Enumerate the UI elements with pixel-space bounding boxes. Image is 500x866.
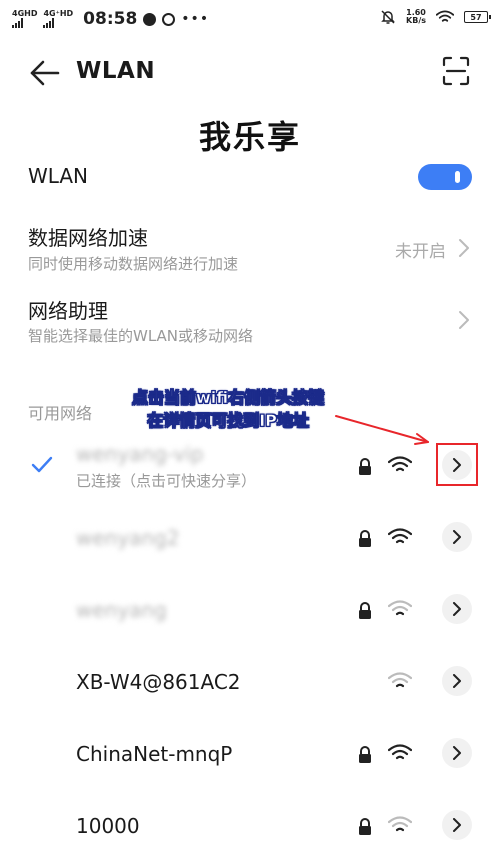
- wifi-signal-icon: [387, 528, 413, 546]
- chevron-right-icon: [459, 311, 469, 329]
- network-detail-button[interactable]: [442, 810, 472, 840]
- status-bar: 4GHD 4G⁺HD 08:58 ••• 1.60 KB/s 57: [0, 0, 500, 38]
- page-title: WLAN: [76, 58, 156, 84]
- annotation-line-2: 在详情页可找到IP地址: [147, 411, 309, 431]
- network-row[interactable]: 10000: [0, 788, 500, 860]
- network-detail-button[interactable]: [442, 738, 472, 768]
- network-assistant-row[interactable]: 网络助理 智能选择最佳的WLAN或移动网络: [0, 292, 500, 352]
- network-assistant-title: 网络助理: [28, 299, 108, 323]
- toggle-knob: [455, 171, 460, 183]
- bell-off-icon: [381, 10, 395, 24]
- network-row[interactable]: wenyang2: [0, 500, 500, 572]
- chevron-right-icon: [453, 602, 461, 616]
- wifi-status-icon: [436, 10, 454, 22]
- lock-icon: [359, 530, 371, 547]
- status-left: 4GHD 4G⁺HD 08:58 •••: [12, 9, 209, 29]
- chevron-right-icon: [459, 239, 469, 257]
- annotation-text: 点击当前wifi右侧箭头按键 在详情页可找到IP地址: [132, 386, 325, 432]
- lock-icon: [359, 818, 371, 835]
- battery-icon: 57: [464, 11, 491, 23]
- network-detail-button[interactable]: [442, 594, 472, 624]
- wifi-signal-icon: [387, 600, 413, 618]
- network-row[interactable]: ChinaNet-mnqP: [0, 716, 500, 788]
- speed-unit: KB/s: [406, 16, 426, 25]
- lock-icon: [359, 602, 371, 619]
- wifi-signal-icon: [387, 744, 413, 762]
- battery-level: 57: [470, 12, 482, 22]
- app-notification-icon: [143, 12, 157, 26]
- arrow-left-icon[interactable]: [28, 58, 62, 88]
- wifi-signal-icon: [387, 816, 413, 834]
- available-networks-label: 可用网络: [28, 404, 93, 423]
- watermark-logo: 我乐享: [198, 118, 301, 156]
- network-detail-button[interactable]: [442, 522, 472, 552]
- highlight-box: [436, 443, 478, 486]
- signal-bars-icon: [43, 18, 55, 28]
- network-indicator-1: 4GHD: [12, 10, 37, 28]
- wifi-signal-icon: [387, 672, 413, 690]
- annotation-arrow-icon: [335, 415, 429, 445]
- sync-notification-icon: [162, 12, 176, 26]
- network-name: XB-W4@861AC2: [76, 670, 241, 694]
- network-row[interactable]: XB-W4@861AC2: [0, 644, 500, 716]
- chevron-right-icon: [453, 674, 461, 688]
- wlan-toggle-label: WLAN: [28, 164, 89, 188]
- network-assistant-subtitle: 智能选择最佳的WLAN或移动网络: [28, 327, 254, 345]
- data-acceleration-title: 数据网络加速: [28, 226, 148, 250]
- app-header: WLAN: [0, 48, 500, 98]
- wlan-toggle-row[interactable]: WLAN: [0, 156, 500, 200]
- lock-icon: [359, 458, 371, 475]
- wlan-toggle-switch[interactable]: [418, 164, 472, 190]
- network-indicator-2: 4G⁺HD: [43, 10, 73, 28]
- network-detail-button[interactable]: [442, 666, 472, 696]
- data-acceleration-subtitle: 同时使用移动数据网络进行加速: [28, 255, 239, 273]
- network-name: wenyang-vip: [76, 442, 204, 466]
- annotation-line-1: 点击当前wifi右侧箭头按键: [132, 388, 325, 408]
- chevron-right-icon: [453, 530, 461, 544]
- lock-icon: [359, 746, 371, 763]
- network-type-2: 4G⁺HD: [43, 9, 74, 18]
- scan-icon[interactable]: [442, 56, 470, 86]
- data-acceleration-row[interactable]: 数据网络加速 同时使用移动数据网络进行加速 未开启: [0, 220, 500, 280]
- network-name: wenyang: [76, 598, 167, 622]
- signal-bars-icon: [12, 18, 23, 28]
- more-notifications-icon: •••: [181, 11, 210, 27]
- network-type-1: 4GHD: [12, 9, 38, 18]
- status-right: 1.60 KB/s 57: [380, 9, 491, 25]
- network-status: 已连接（点击可快速分享）: [76, 472, 257, 490]
- chevron-right-icon: [453, 818, 461, 832]
- data-acceleration-value: 未开启: [395, 242, 446, 262]
- network-name: wenyang2: [76, 526, 180, 550]
- status-time: 08:58: [83, 9, 138, 29]
- network-name: ChinaNet-mnqP: [76, 742, 233, 766]
- chevron-right-icon: [453, 746, 461, 760]
- network-name: 10000: [76, 814, 140, 838]
- wifi-signal-icon: [387, 456, 413, 474]
- network-speed: 1.60 KB/s: [406, 9, 426, 25]
- check-icon: [31, 456, 53, 473]
- network-row[interactable]: wenyang: [0, 572, 500, 644]
